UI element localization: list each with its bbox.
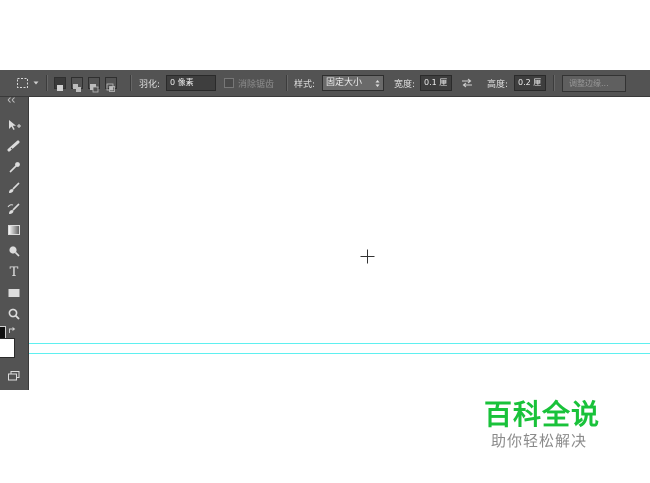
feather-label: 羽化: [139, 79, 161, 90]
style-select[interactable]: 固定大小 [322, 75, 384, 91]
watermark-subtitle: 助你轻松解决 [491, 432, 588, 450]
subtract-from-selection-button[interactable] [88, 77, 100, 93]
feather-input[interactable]: 0 像素 [166, 75, 216, 91]
background-color-swatch[interactable] [0, 338, 15, 358]
separator [46, 75, 48, 91]
eyedropper-tool[interactable] [0, 158, 28, 176]
history-brush-icon [7, 203, 20, 214]
style-select-value: 固定大小 [326, 78, 363, 88]
zoom-icon [8, 308, 20, 320]
new-selection-button[interactable] [54, 77, 66, 91]
chevron-down-icon [33, 81, 39, 85]
intersect-selection-icon [106, 83, 115, 92]
watermark-title: 百科全说 [484, 398, 601, 431]
antialias-label: 消除锯齿 [238, 79, 275, 90]
type-tool[interactable]: T [0, 263, 28, 281]
move-icon [9, 120, 21, 130]
new-selection-icon [57, 85, 63, 91]
screen-mode-icon [8, 371, 20, 381]
swap-colors-icon[interactable] [8, 326, 17, 335]
separator [130, 75, 132, 91]
refine-edge-button[interactable]: 调整边缘... [562, 74, 626, 92]
guide-line [29, 343, 650, 344]
collapse-panel-icon[interactable] [7, 97, 19, 103]
tools-panel: T [0, 97, 29, 390]
healing-brush-tool[interactable] [0, 137, 28, 155]
dodge-tool[interactable] [0, 242, 28, 260]
brush-tool[interactable] [0, 179, 28, 197]
guide-line [29, 353, 650, 354]
shape-tool[interactable] [0, 284, 28, 302]
move-tool[interactable] [0, 116, 28, 134]
swap-arrows-icon [462, 78, 472, 88]
healing-brush-icon [7, 140, 20, 152]
separator [553, 75, 555, 91]
add-to-selection-button[interactable] [71, 77, 83, 92]
subtract-selection-icon [90, 84, 99, 93]
crosshair-cursor-icon [360, 249, 375, 264]
intersect-selection-button[interactable] [105, 77, 117, 92]
swap-dimensions-button[interactable] [461, 70, 473, 96]
shape-icon [8, 289, 20, 297]
height-label: 高度: [487, 79, 509, 90]
type-icon: T [9, 264, 19, 280]
antialias-checkbox[interactable] [224, 78, 234, 88]
add-selection-icon [73, 84, 81, 92]
height-input[interactable]: 0.2 厘 [514, 75, 546, 91]
separator [286, 75, 288, 91]
updown-arrows-icon [375, 79, 380, 87]
history-brush-tool[interactable] [0, 200, 28, 218]
screen-mode-button[interactable] [0, 367, 28, 385]
style-label: 样式: [294, 79, 316, 90]
eyedropper-icon [9, 162, 20, 173]
tool-preset-picker[interactable] [16, 70, 39, 96]
marquee-icon [17, 78, 28, 88]
options-bar: 羽化: 0 像素 消除锯齿 样式: 固定大小 宽度: 0.1 厘 高度: 0.2… [0, 70, 650, 97]
width-input[interactable]: 0.1 厘 [420, 75, 452, 91]
width-label: 宽度: [394, 79, 416, 90]
dodge-icon [9, 246, 20, 257]
gradient-tool[interactable] [0, 221, 28, 239]
brush-icon [9, 182, 20, 193]
zoom-tool[interactable] [0, 305, 28, 323]
gradient-icon [8, 225, 20, 235]
